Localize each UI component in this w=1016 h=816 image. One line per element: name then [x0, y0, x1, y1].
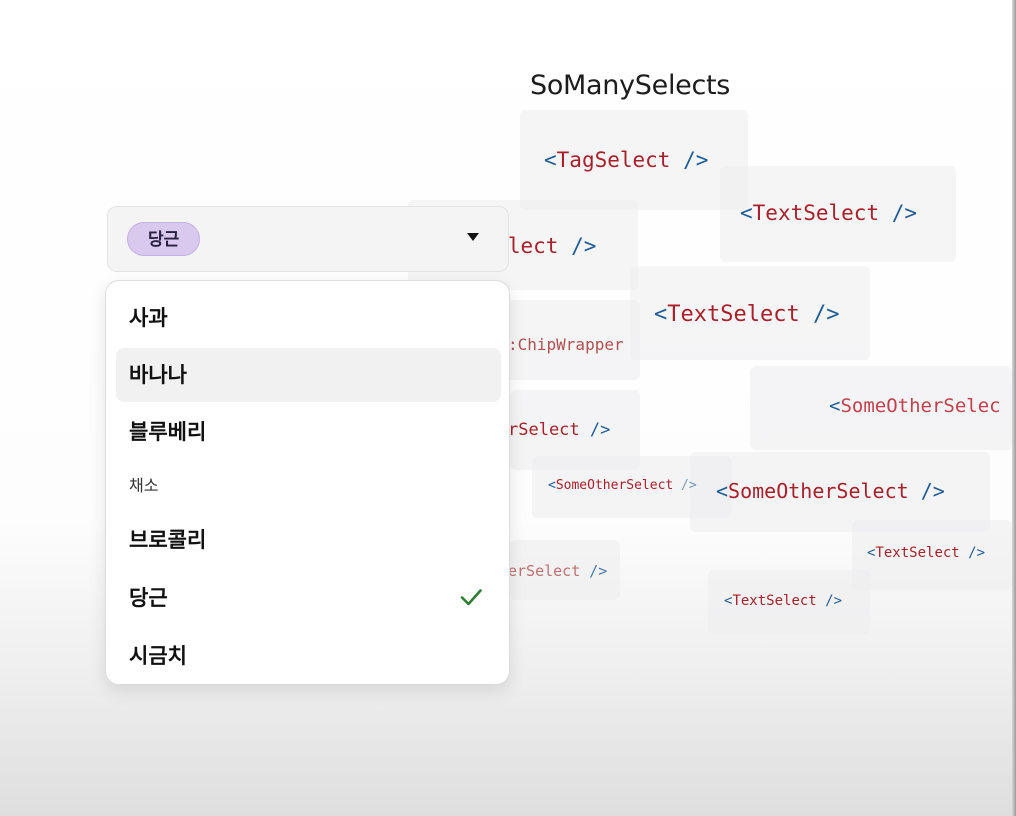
code-label-textselect-4: <TextSelect /> [724, 593, 843, 609]
menu-item-apple[interactable]: 사과 [116, 291, 501, 345]
code-label-someotherselect-small: <SomeOtherSelect /> [548, 478, 697, 493]
tag-select-trigger[interactable]: 당근 [107, 206, 509, 272]
menu-group-vegetables: 채소 [129, 476, 159, 495]
code-label-erselect: rSelect /> [508, 420, 611, 440]
code-label-textselect-2: <TextSelect /> [654, 302, 840, 327]
menu-item-carrot[interactable]: 당근 [116, 571, 501, 625]
code-label-someotherselect: <SomeOtherSelec [829, 395, 1001, 417]
menu-item-spinach[interactable]: 시금치 [116, 629, 501, 683]
code-label-tagselect: <TagSelect /> [544, 148, 709, 172]
check-icon [460, 589, 482, 606]
selected-chip[interactable]: 당근 [127, 222, 201, 256]
menu-item-broccoli[interactable]: 브로콜리 [116, 513, 501, 567]
code-label-textselect: <TextSelect /> [740, 201, 918, 225]
code-label-chipwrapper: :ChipWrapper [508, 335, 624, 354]
caret-down-icon[interactable] [467, 233, 479, 241]
code-label-textselect-3: <TextSelect /> [867, 545, 986, 561]
code-label-someotherselect-2: <SomeOtherSelect /> [716, 479, 945, 503]
page-title: SoManySelects [530, 70, 731, 101]
menu-item-banana[interactable]: 바나나 [116, 348, 501, 402]
select-dropdown-menu: 사과 바나나 블루베리 채소 브로콜리 당근 시금치 [105, 280, 510, 685]
menu-item-blueberry[interactable]: 블루베리 [116, 405, 501, 459]
code-label-erselect-2: erSelect /> [508, 562, 608, 580]
window-edge [1012, 0, 1016, 816]
